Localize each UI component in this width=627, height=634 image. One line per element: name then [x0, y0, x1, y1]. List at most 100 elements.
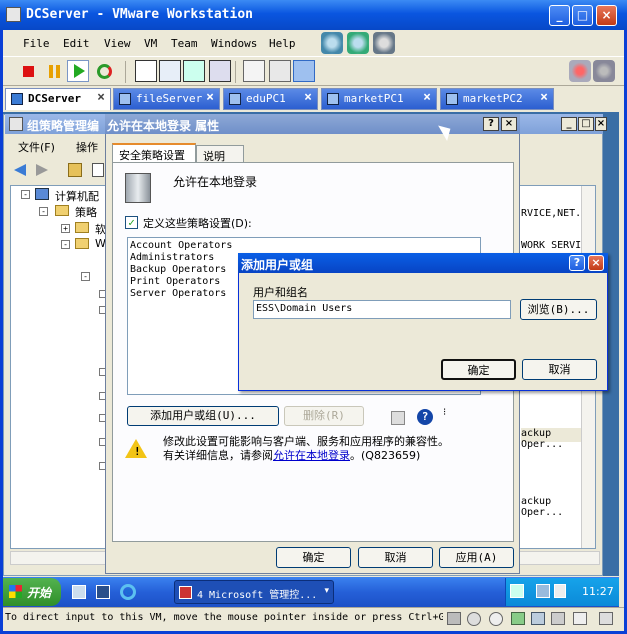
console-view-icon[interactable]: [243, 60, 265, 82]
gpm-minimize-button[interactable]: _: [561, 117, 577, 131]
power-on-icon[interactable]: [67, 60, 89, 82]
maximize-button[interactable]: □: [572, 5, 593, 26]
resize-grip-icon[interactable]: [599, 612, 613, 625]
more-icon[interactable]: ⁝: [443, 407, 446, 418]
prop-close-button[interactable]: ×: [501, 117, 517, 131]
help-icon[interactable]: ?: [417, 409, 433, 425]
prop-help-button[interactable]: ?: [483, 117, 499, 131]
menu-edit[interactable]: Edit: [63, 37, 90, 50]
reset-icon[interactable]: [93, 60, 115, 82]
policy-help-link[interactable]: 允许在本地登录: [273, 449, 350, 462]
list-item[interactable]: Administrators: [130, 252, 214, 263]
gpm-menu-file[interactable]: 文件(F): [18, 139, 55, 155]
tab-label: marketPC1: [344, 92, 404, 105]
close-tab-icon[interactable]: ×: [540, 90, 548, 105]
apply-button[interactable]: 应用(A): [439, 547, 514, 568]
tray-vmware-tools-icon[interactable]: [536, 584, 550, 598]
close-button[interactable]: ×: [596, 5, 617, 26]
close-tab-icon[interactable]: ×: [97, 90, 105, 105]
vmware-title-bar[interactable]: DCServer - VMware Workstation _ □ ×: [0, 0, 627, 30]
unity-icon[interactable]: [209, 60, 231, 82]
add-dialog-title-bar[interactable]: 添加用户或组 ? ×: [238, 253, 608, 273]
tab-marketpc2[interactable]: marketPC2 ×: [440, 88, 554, 110]
user-group-input[interactable]: ESS\Domain Users: [253, 300, 511, 319]
list-item[interactable]: Print Operators: [130, 276, 220, 287]
cd-rom-icon[interactable]: [467, 612, 481, 626]
network-adapter-icon[interactable]: [511, 612, 525, 625]
list-item[interactable]: Server Operators: [130, 288, 226, 299]
list-item[interactable]: Account Operators: [130, 240, 232, 251]
tab-marketpc1[interactable]: marketPC1 ×: [321, 88, 437, 110]
gpm-menu-action[interactable]: 操作: [76, 139, 98, 155]
internet-explorer-icon[interactable]: e: [120, 584, 136, 600]
ok-button[interactable]: 确定: [276, 547, 351, 568]
add-user-group-dialog[interactable]: 用户和组名 ESS\Domain Users 浏览(B)... 确定 取消: [238, 253, 608, 391]
sidebar-icon[interactable]: [135, 60, 157, 82]
vm-icon: [11, 93, 23, 105]
menu-windows[interactable]: Windows: [211, 37, 257, 50]
list-item[interactable]: Backup Operators: [130, 264, 226, 275]
tab-explain[interactable]: 说明: [196, 145, 244, 163]
menu-help[interactable]: Help: [269, 37, 296, 50]
tree-item-computer-config[interactable]: 计算机配: [55, 188, 99, 204]
suspend-icon[interactable]: [43, 60, 65, 82]
summary-view-icon[interactable]: [269, 60, 291, 82]
record-icon[interactable]: [569, 60, 591, 82]
add-dialog-help-button[interactable]: ?: [569, 255, 585, 271]
quick-switch-icon[interactable]: [159, 60, 181, 82]
prop-title-bar[interactable]: 允许在本地登录 属性 ? ×: [105, 114, 520, 134]
tab-security-policy[interactable]: 安全策略设置: [112, 143, 196, 163]
menu-team[interactable]: Team: [171, 37, 198, 50]
cancel-button[interactable]: 取消: [358, 547, 433, 568]
back-arrow-icon[interactable]: [14, 164, 26, 176]
power-off-icon[interactable]: [17, 60, 39, 82]
browse-button[interactable]: 浏览(B)...: [520, 299, 597, 320]
add-dialog-cancel-button[interactable]: 取消: [522, 359, 597, 380]
add-dialog-close-button[interactable]: ×: [588, 255, 604, 271]
add-dialog-ok-button[interactable]: 确定: [441, 359, 516, 380]
message-icon[interactable]: [573, 612, 587, 625]
vm-icon: [229, 93, 241, 105]
start-button[interactable]: 开始: [3, 578, 61, 606]
close-tab-icon[interactable]: ×: [206, 90, 214, 105]
usb-icon[interactable]: [531, 612, 545, 625]
add-user-group-button[interactable]: 添加用户或组(U)...: [127, 406, 279, 426]
define-checkbox[interactable]: ✓: [125, 216, 138, 229]
tab-label: fileServer: [136, 92, 203, 105]
snapshot-icon[interactable]: [321, 32, 343, 54]
gpm-tree-pane[interactable]: - 计算机配 - 策略 + 软 - W -: [10, 185, 107, 549]
tree-item-policies[interactable]: 策略: [75, 204, 97, 220]
show-desktop-icon[interactable]: [96, 585, 110, 599]
menu-view[interactable]: View: [104, 37, 131, 50]
minimize-button[interactable]: _: [549, 5, 570, 26]
tab-fileserver[interactable]: fileServer ×: [113, 88, 220, 110]
floppy-icon[interactable]: [489, 612, 503, 626]
menu-file[interactable]: File: [23, 37, 50, 50]
server-manager-icon[interactable]: [72, 585, 86, 599]
gpm-maximize-button[interactable]: □: [578, 117, 594, 131]
hard-disk-icon[interactable]: [447, 612, 461, 625]
appliance-view-icon[interactable]: [293, 60, 315, 82]
keyboard-icon[interactable]: [391, 411, 405, 425]
forward-arrow-icon[interactable]: [36, 164, 48, 176]
menu-vm[interactable]: VM: [144, 37, 157, 50]
sound-icon[interactable]: [551, 612, 565, 625]
close-tab-icon[interactable]: ×: [304, 90, 312, 105]
tray-network-icon[interactable]: [510, 584, 524, 598]
gpm-close-button[interactable]: ×: [595, 117, 607, 131]
tab-dcserver[interactable]: DCServer ×: [5, 88, 111, 110]
revert-snapshot-icon[interactable]: [347, 32, 369, 54]
tab-edupc1[interactable]: eduPC1 ×: [223, 88, 318, 110]
prop-title: 允许在本地登录 属性: [107, 119, 220, 133]
full-screen-icon[interactable]: [183, 60, 205, 82]
tray-volume-icon[interactable]: [554, 584, 566, 598]
vmware-app-icon: [6, 7, 21, 22]
close-tab-icon[interactable]: ×: [423, 90, 431, 105]
show-hide-tree-icon[interactable]: [92, 163, 104, 177]
user-group-label: 用户和组名: [253, 286, 308, 299]
up-folder-icon[interactable]: [68, 163, 82, 177]
snapshot-manager-icon[interactable]: [373, 32, 395, 54]
tab-label: 安全策略设置: [119, 149, 185, 162]
replay-icon[interactable]: [593, 60, 615, 82]
taskbar-item-mmc[interactable]: 4 Microsoft 管理控... ▾: [174, 580, 334, 604]
